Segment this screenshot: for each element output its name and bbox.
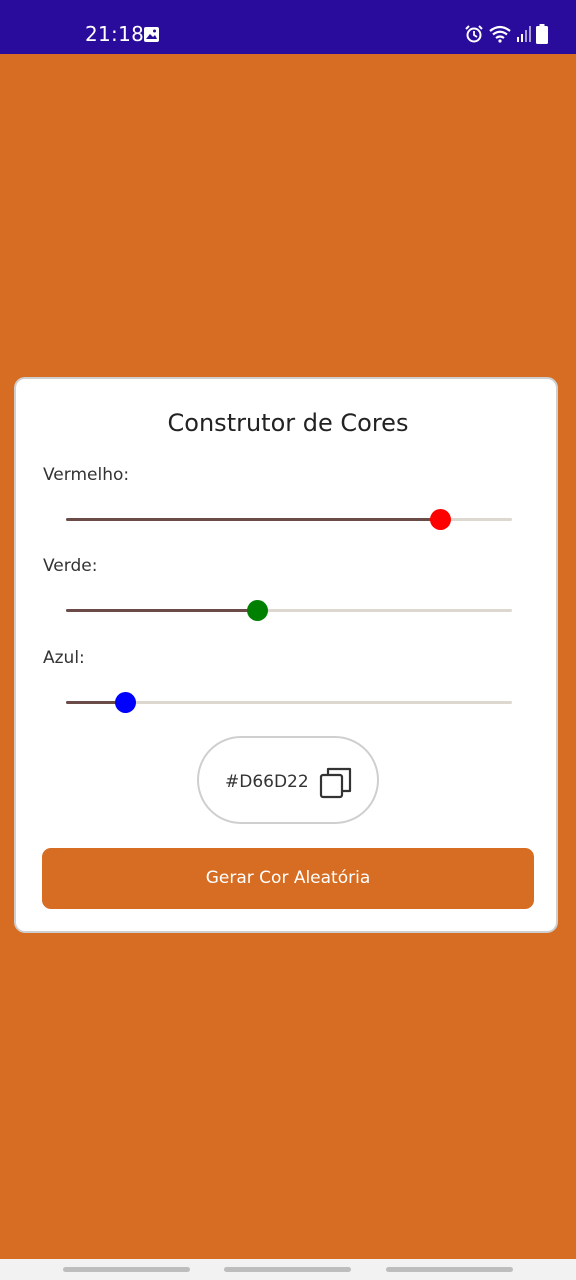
- home-handle[interactable]: [224, 1267, 351, 1272]
- page-title: Construtor de Cores: [167, 409, 409, 437]
- back-handle[interactable]: [386, 1267, 513, 1272]
- hex-color-value: #D66D22: [225, 772, 309, 792]
- red-slider-label: Vermelho:: [43, 465, 130, 485]
- red-slider[interactable]: [66, 508, 512, 532]
- slider-fill: [66, 609, 257, 612]
- alarm-icon: [465, 25, 483, 43]
- gallery-icon: [144, 27, 159, 42]
- slider-fill: [66, 518, 441, 521]
- copy-icon[interactable]: [319, 766, 353, 800]
- wifi-icon: [489, 25, 511, 43]
- hex-color-chip[interactable]: #D66D22: [197, 736, 379, 824]
- green-slider-label: Verde:: [43, 556, 98, 576]
- blue-slider[interactable]: [66, 691, 512, 715]
- status-bar: 21:18: [0, 0, 576, 54]
- navigation-bar: [0, 1259, 576, 1280]
- green-slider-thumb[interactable]: [246, 600, 268, 621]
- color-builder-card: Construtor de Cores Vermelho: Verde: Azu…: [14, 377, 558, 933]
- green-slider[interactable]: [66, 599, 512, 623]
- signal-icon: [517, 26, 531, 42]
- status-time: 21:18: [85, 22, 145, 46]
- status-icons: [464, 24, 548, 44]
- random-color-button[interactable]: Gerar Cor Aleatória: [42, 848, 534, 909]
- battery-icon: [536, 24, 548, 44]
- blue-slider-thumb[interactable]: [115, 692, 137, 713]
- recent-apps-handle[interactable]: [63, 1267, 190, 1272]
- blue-slider-label: Azul:: [43, 648, 85, 668]
- red-slider-thumb[interactable]: [430, 509, 452, 530]
